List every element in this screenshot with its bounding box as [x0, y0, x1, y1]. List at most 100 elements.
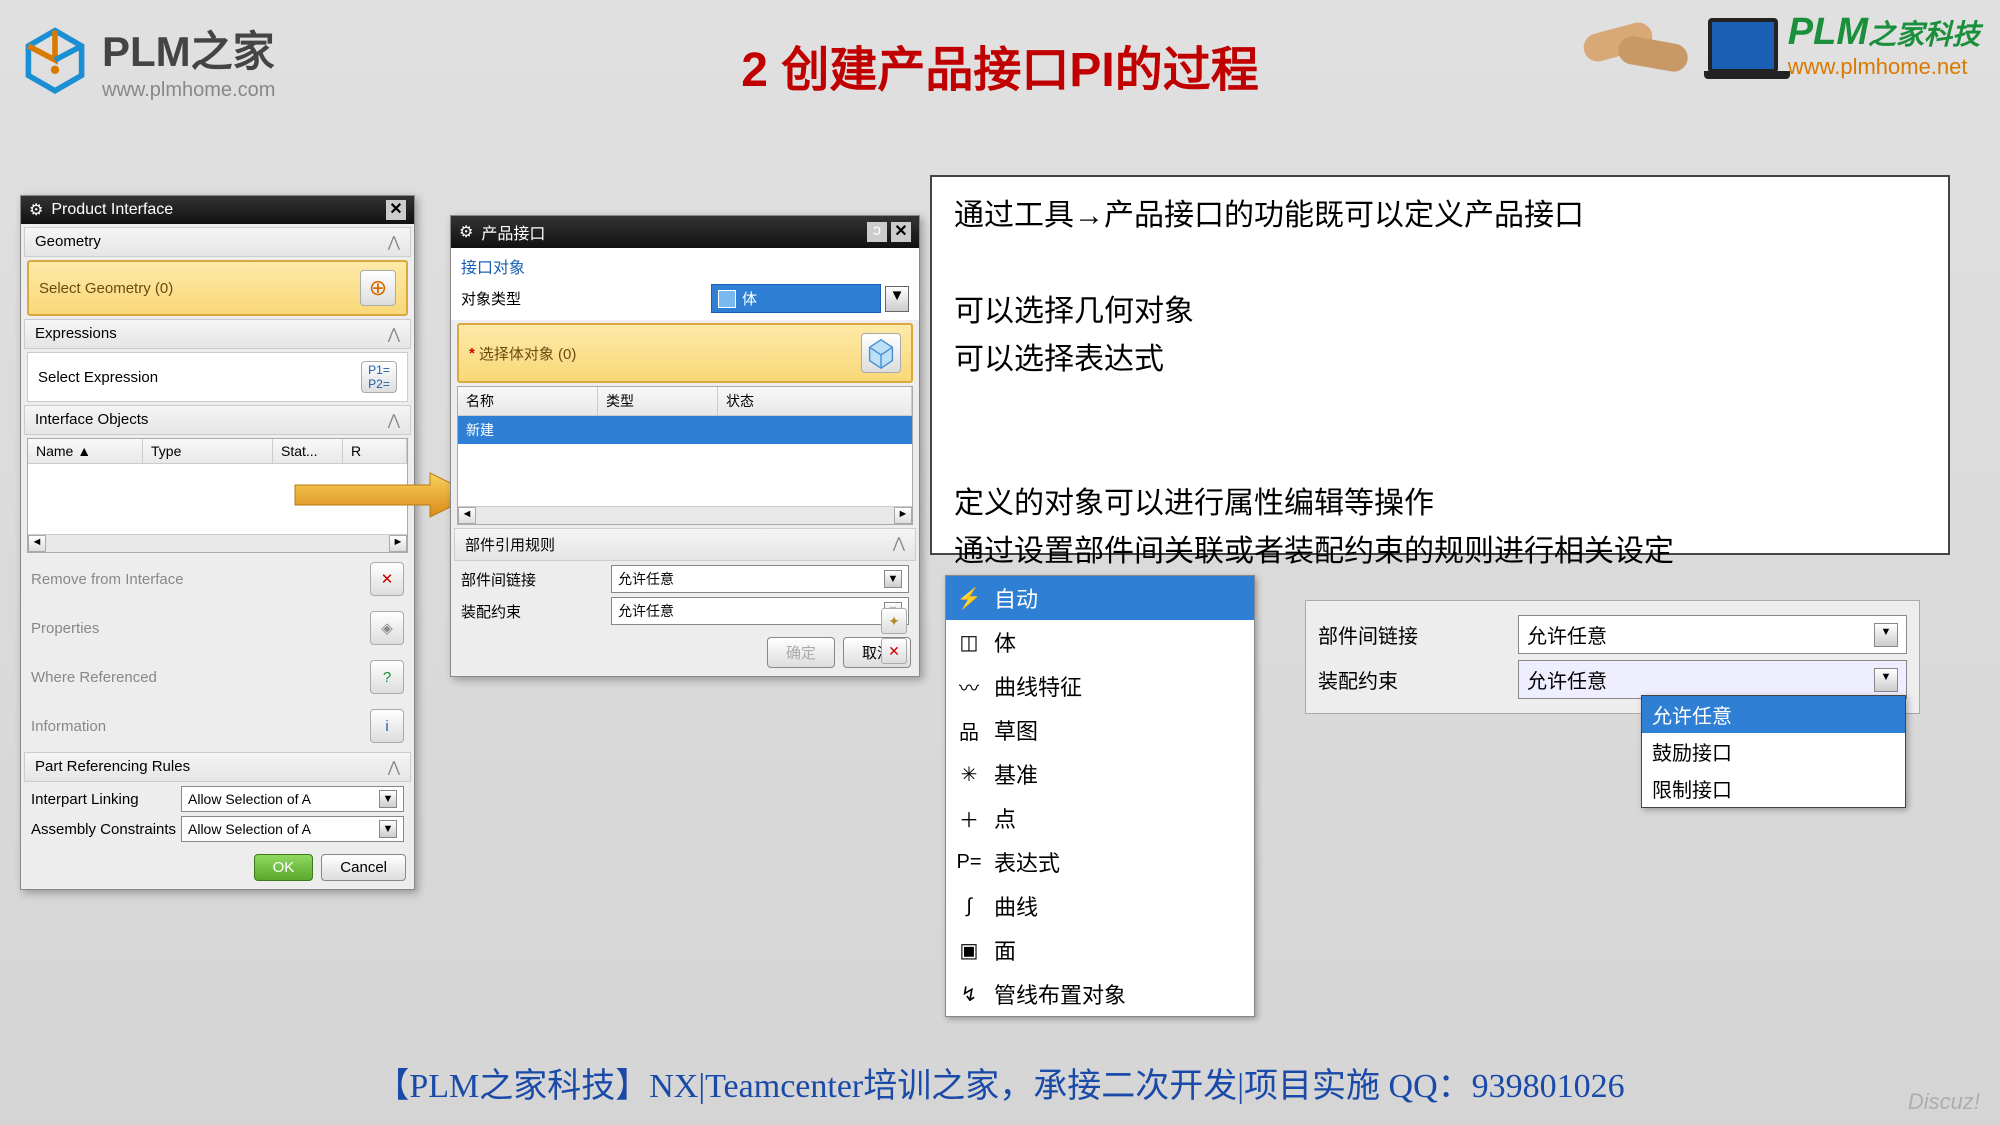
assembly-constraints-row: Assembly Constraints Allow Selection of …	[31, 816, 404, 842]
menu-item-7[interactable]: ∫曲线	[946, 884, 1254, 928]
dropdown-icon: ▼	[379, 790, 397, 808]
menu-item-icon: ▣	[956, 937, 982, 963]
add-button[interactable]: ✦	[881, 608, 907, 634]
col-r[interactable]: R	[343, 439, 407, 463]
object-type-label: 对象类型	[461, 288, 561, 309]
properties-button[interactable]: ◈	[370, 611, 404, 645]
section-part-rules[interactable]: 部件引用规则⋀	[454, 528, 916, 561]
menu-item-icon: ⚡	[956, 585, 982, 611]
table-side-buttons: ✦ ✕	[881, 608, 907, 664]
menu-item-label: 管线布置对象	[994, 978, 1126, 1010]
body-icon[interactable]	[861, 333, 901, 373]
ok-button[interactable]: 确定	[767, 637, 835, 668]
close-button[interactable]: ✕	[891, 222, 911, 242]
dropdown-icon: ▼	[1874, 668, 1898, 692]
info-line: 定义的对象可以进行属性编辑等操作	[954, 480, 1926, 528]
section-geometry[interactable]: Geometry⋀	[24, 227, 411, 257]
dropdown-option[interactable]: 限制接口	[1642, 770, 1905, 807]
col-name[interactable]: Name ▲	[28, 439, 143, 463]
object-type-select[interactable]: 体	[711, 284, 881, 313]
menu-item-3[interactable]: 品草图	[946, 708, 1254, 752]
menu-item-5[interactable]: ＋点	[946, 796, 1254, 840]
right-logo: PLM之家科技	[1788, 11, 1980, 53]
find-icon[interactable]: ɔ	[867, 222, 887, 242]
titlebar[interactable]: ⚙ Product Interface ✕	[21, 196, 414, 224]
col-type[interactable]: 类型	[598, 387, 718, 415]
discuz-watermark: Discuz!	[1908, 1089, 1980, 1115]
expression-icon[interactable]: P1=P2=	[361, 361, 397, 393]
menu-item-icon: 〰	[956, 673, 982, 699]
menu-item-9[interactable]: ↯ 管线布置对象	[946, 972, 1254, 1016]
interpart-select[interactable]: Allow Selection of A▼	[181, 786, 404, 812]
dialog-title: Product Interface	[51, 201, 173, 219]
assembly-select[interactable]: 允许任意▼	[1518, 660, 1907, 699]
h-scrollbar[interactable]: ◄►	[458, 506, 912, 524]
ok-button[interactable]: OK	[254, 854, 314, 881]
assembly-select[interactable]: 允许任意▼	[611, 597, 909, 625]
delete-button[interactable]: ✕	[881, 638, 907, 664]
dialog-buttons: OK Cancel	[21, 846, 414, 889]
information-button[interactable]: i	[370, 709, 404, 743]
dropdown-option[interactable]: 允许任意	[1642, 696, 1905, 733]
table-header[interactable]: 名称 类型 状态	[458, 387, 912, 416]
chevron-up-icon: ⋀	[388, 411, 400, 429]
menu-item-icon: ↯	[956, 981, 982, 1007]
target-icon[interactable]: ⊕	[360, 270, 396, 306]
table-header[interactable]: Name ▲ Type Stat... R	[28, 439, 407, 464]
interpart-label: 部件间链接	[1318, 620, 1518, 649]
cancel-button[interactable]: Cancel	[321, 854, 406, 881]
where-ref-button[interactable]: ?	[370, 660, 404, 694]
close-button[interactable]: ✕	[386, 200, 406, 220]
section-expressions[interactable]: Expressions⋀	[24, 319, 411, 349]
table-body[interactable]: 新建	[458, 416, 912, 506]
dropdown-button[interactable]: ▼	[885, 286, 909, 312]
section-part-rules[interactable]: Part Referencing Rules⋀	[24, 752, 411, 782]
remove-row: Remove from Interface✕	[27, 556, 408, 602]
select-body-row[interactable]: 选择体对象 (0)	[457, 323, 913, 383]
section-interface-objects[interactable]: Interface Objects⋀	[24, 405, 411, 435]
col-type[interactable]: Type	[143, 439, 273, 463]
select-geometry-row[interactable]: Select Geometry (0) ⊕	[27, 260, 408, 316]
select-expression-label: Select Expression	[38, 369, 158, 386]
object-type-row: 对象类型 体 ▼	[461, 284, 909, 313]
assembly-label: 装配约束	[1318, 665, 1518, 694]
interpart-select[interactable]: 允许任意▼	[1518, 615, 1907, 654]
menu-item-0[interactable]: ⚡ 自动	[946, 576, 1254, 620]
menu-item-label: 体	[994, 626, 1016, 658]
page-title: 2 创建产品接口PI的过程	[741, 30, 1258, 100]
col-status[interactable]: 状态	[718, 387, 912, 415]
table-row[interactable]: 新建	[458, 416, 912, 444]
interpart-select[interactable]: 允许任意▼	[611, 565, 909, 593]
chevron-up-icon: ⋀	[388, 233, 400, 251]
assembly-constraints-row: 装配约束 允许任意▼	[461, 597, 909, 625]
menu-item-6[interactable]: P=表达式	[946, 840, 1254, 884]
chevron-up-icon: ⋀	[893, 534, 905, 555]
col-name[interactable]: 名称	[458, 387, 598, 415]
remove-button[interactable]: ✕	[370, 562, 404, 596]
select-expression-row[interactable]: Select Expression P1=P2=	[27, 352, 408, 402]
dropdown-icon: ▼	[379, 820, 397, 838]
interpart-linking-row: 部件间链接 允许任意▼	[1318, 615, 1907, 654]
dropdown-option[interactable]: 鼓励接口	[1642, 733, 1905, 770]
h-scrollbar[interactable]: ◄►	[28, 534, 407, 552]
col-status[interactable]: Stat...	[273, 439, 343, 463]
dialog-buttons: 确定 取消	[451, 629, 919, 676]
properties-row: Properties◈	[27, 605, 408, 651]
dropdown-icon: ▼	[884, 570, 902, 588]
menu-item-8[interactable]: ▣面	[946, 928, 1254, 972]
menu-item-label: 自动	[994, 582, 1038, 614]
assembly-select[interactable]: Allow Selection of A▼	[181, 816, 404, 842]
interpart-linking-row: 部件间链接 允许任意▼	[461, 565, 909, 593]
dialog-title: 产品接口	[481, 220, 545, 244]
interpart-linking-row: Interpart Linking Allow Selection of A▼	[31, 786, 404, 812]
interpart-label: Interpart Linking	[31, 791, 181, 808]
menu-item-2[interactable]: 〰曲线特征	[946, 664, 1254, 708]
product-interface-dialog: ⚙ Product Interface ✕ Geometry⋀ Select G…	[20, 195, 415, 890]
select-geometry-label: Select Geometry (0)	[39, 280, 173, 297]
footer-text: 【PLM之家科技】NX|Teamcenter培训之家，承接二次开发|项目实施 Q…	[0, 1058, 2000, 1107]
dropdown-icon: ▼	[1874, 623, 1898, 647]
menu-item-1[interactable]: ◫体	[946, 620, 1254, 664]
gear-icon: ⚙	[29, 200, 43, 220]
titlebar[interactable]: ⚙ 产品接口 ɔ ✕	[451, 216, 919, 248]
menu-item-4[interactable]: ✳基准	[946, 752, 1254, 796]
